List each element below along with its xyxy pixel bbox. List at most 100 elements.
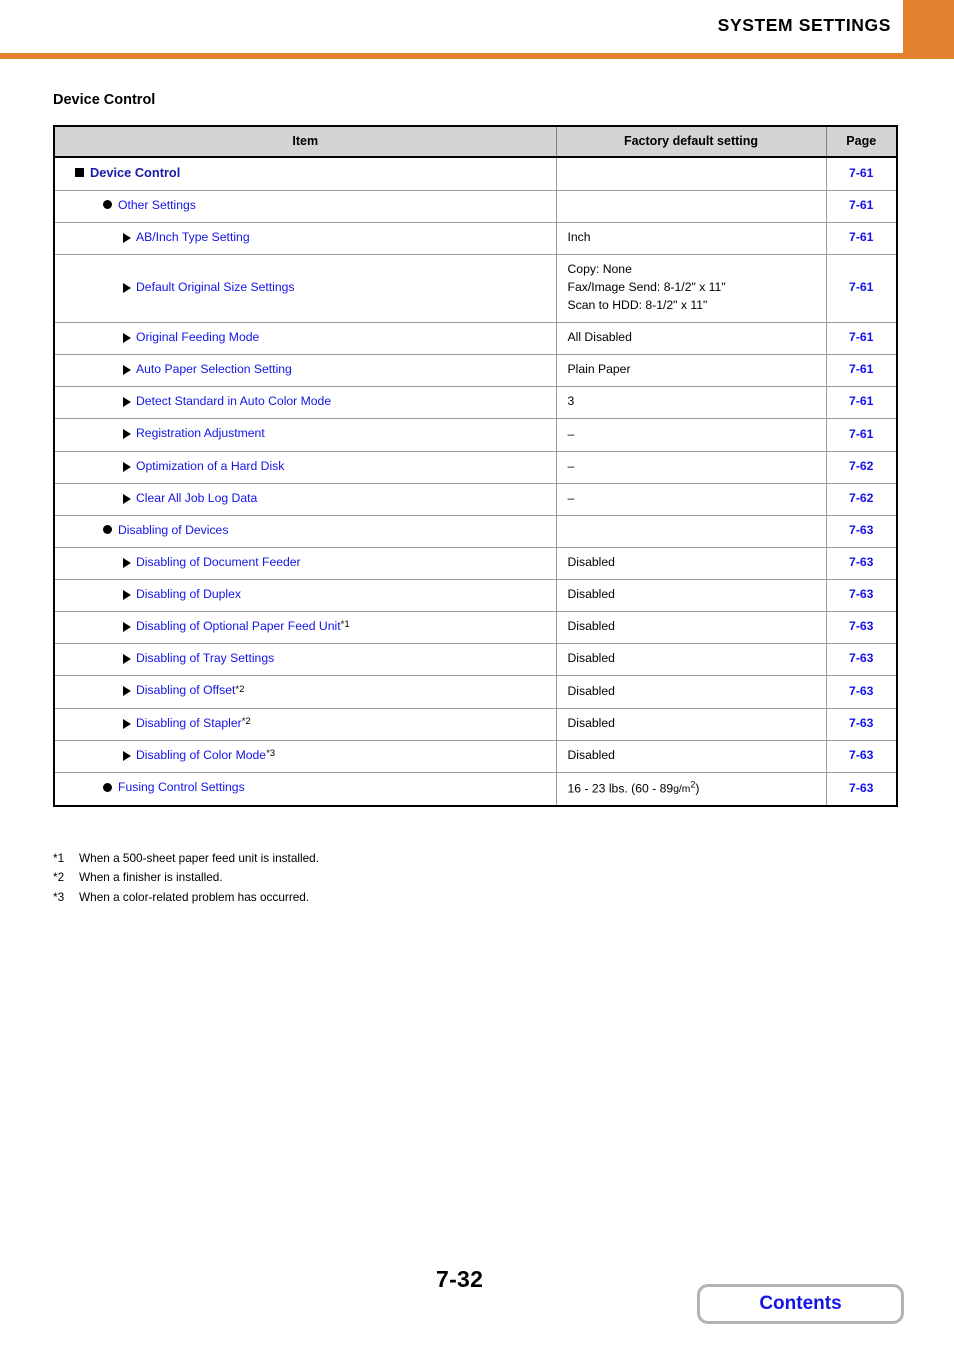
table-cell-page-link[interactable]: 7-61 — [825, 156, 898, 192]
triangle-bullet-icon — [123, 622, 131, 633]
triangle-bullet-icon — [123, 397, 131, 408]
setting-label: Disabling of Offset — [136, 683, 236, 698]
table-cell-value: Disabled — [555, 546, 827, 581]
setting-link[interactable]: Detect Standard in Auto Color Mode — [65, 393, 548, 411]
setting-link[interactable]: Disabling of Duplex — [65, 586, 548, 604]
setting-link[interactable]: Default Original Size Settings — [65, 279, 548, 297]
table-cell-page-link[interactable]: 7-63 — [825, 771, 898, 807]
table-cell-item: Disabling of Color Mode*3 — [53, 739, 557, 773]
setting-link[interactable]: Fusing Control Settings — [65, 779, 548, 797]
table-cell-page-link[interactable]: 7-63 — [825, 739, 898, 773]
setting-link[interactable]: Disabling of Stapler*2 — [65, 715, 548, 733]
table-row: Detect Standard in Auto Color Mode 3 7-61 — [53, 386, 898, 420]
table-cell-item: Disabling of Duplex — [53, 579, 557, 613]
footnote-text: When a 500-sheet paper feed unit is inst… — [79, 851, 320, 865]
setting-label: Auto Paper Selection Setting — [136, 362, 292, 377]
table-cell-page-link[interactable]: 7-63 — [825, 579, 898, 613]
column-header-page: Page — [825, 125, 898, 158]
triangle-bullet-icon — [123, 654, 131, 665]
table-row: Disabling of Tray Settings Disabled 7-63 — [53, 643, 898, 677]
setting-link[interactable]: Disabling of Devices — [65, 522, 548, 540]
table-cell-page-link[interactable]: 7-62 — [825, 482, 898, 516]
setting-link[interactable]: Auto Paper Selection Setting — [65, 361, 548, 379]
table-row: Optimization of a Hard Disk –7-62 — [53, 450, 898, 484]
setting-link[interactable]: Registration Adjustment — [65, 425, 548, 443]
table-cell-page-link[interactable]: 7-61 — [825, 386, 898, 420]
table-cell-value: Plain Paper — [555, 354, 827, 388]
table-cell-page-link[interactable]: 7-61 — [825, 254, 898, 324]
table-cell-page-link[interactable]: 7-63 — [825, 514, 898, 548]
table-cell-page-link[interactable]: 7-63 — [825, 643, 898, 677]
setting-link[interactable]: Device Control — [65, 164, 548, 183]
triangle-bullet-icon — [123, 461, 131, 472]
triangle-bullet-icon — [123, 493, 131, 504]
table-row: Disabling of Devices 7-63 — [53, 514, 898, 548]
table-cell-value: – — [555, 418, 827, 452]
table-cell-page-link[interactable]: 7-63 — [825, 611, 898, 645]
table-cell-page-link[interactable]: 7-62 — [825, 450, 898, 484]
header-accent-block — [903, 0, 954, 53]
table-header: Item Factory default setting Page — [53, 125, 898, 158]
setting-link[interactable]: Clear All Job Log Data — [65, 490, 548, 508]
table-cell-item: Original Feeding Mode — [53, 322, 557, 356]
table-cell-page-link[interactable]: 7-61 — [825, 354, 898, 388]
table-row: Original Feeding Mode All Disabled 7-61 — [53, 322, 898, 356]
footnote-text: When a finisher is installed. — [79, 870, 223, 885]
table-cell-page-link[interactable]: 7-63 — [825, 707, 898, 741]
setting-link[interactable]: Other Settings — [65, 197, 548, 215]
table-cell-page-link[interactable]: 7-63 — [825, 546, 898, 581]
footnote: *3 When a color-related problem has occur… — [53, 888, 653, 907]
table-cell-page-link[interactable]: 7-63 — [825, 675, 898, 709]
table-row: Disabling of Optional Paper Feed Unit*1 D… — [53, 611, 898, 645]
page-content: Device Control Item Factory default sett… — [0, 59, 954, 904]
setting-link[interactable]: AB/Inch Type Setting — [65, 229, 548, 247]
table-row: Registration Adjustment –7-61 — [53, 418, 898, 452]
table-cell-item: Disabling of Document Feeder — [53, 546, 557, 581]
table-cell-item: Disabling of Optional Paper Feed Unit*1 — [53, 611, 557, 645]
table-row: Disabling of Offset*2 Disabled 7-63 — [53, 675, 898, 709]
setting-link[interactable]: Disabling of Color Mode*3 — [65, 747, 548, 765]
setting-label: Disabling of Optional Paper Feed Unit — [136, 619, 341, 634]
setting-link[interactable]: Disabling of Offset*2 — [65, 682, 548, 700]
square-bullet-icon — [75, 168, 84, 178]
table-cell-value: – — [555, 450, 827, 484]
table-row: Other Settings 7-61 — [53, 190, 898, 224]
triangle-bullet-icon — [123, 718, 131, 729]
value-line: Copy: None — [567, 262, 632, 277]
setting-link[interactable]: Disabling of Tray Settings — [65, 650, 548, 668]
page-header-title: SYSTEM SETTINGS — [717, 15, 891, 35]
triangle-bullet-icon — [123, 333, 131, 344]
triangle-bullet-icon — [123, 686, 131, 697]
triangle-bullet-icon — [123, 750, 131, 761]
setting-label: Registration Adjustment — [136, 426, 265, 441]
setting-link[interactable]: Original Feeding Mode — [65, 329, 548, 347]
setting-link[interactable]: Disabling of Optional Paper Feed Unit*1 — [65, 618, 548, 636]
table-cell-page-link[interactable]: 7-61 — [825, 222, 898, 256]
table-cell-page-link[interactable]: 7-61 — [825, 190, 898, 224]
triangle-bullet-icon — [123, 365, 131, 376]
triangle-bullet-icon — [123, 233, 131, 244]
table-cell-value: – — [555, 482, 827, 516]
table-row: Clear All Job Log Data –7-62 — [53, 482, 898, 516]
table-cell-item: Default Original Size Settings — [53, 254, 557, 324]
table-cell-value: Inch — [555, 222, 827, 256]
setting-label: Fusing Control Settings — [118, 780, 245, 795]
footnote-reference: *2 — [241, 715, 251, 727]
setting-link[interactable]: Disabling of Document Feeder — [65, 554, 548, 572]
table-cell-page-link[interactable]: 7-61 — [825, 418, 898, 452]
value-line: Scan to HDD: 8-1/2" x 11" — [567, 298, 708, 313]
table-row: Device Control 7-61 — [53, 156, 898, 192]
contents-button[interactable]: Contents — [697, 1284, 904, 1324]
table-cell-item: Device Control — [53, 156, 557, 192]
table-cell-item: Other Settings — [53, 190, 557, 224]
column-header-value: Factory default setting — [555, 125, 827, 158]
table-cell-item: Disabling of Offset*2 — [53, 675, 557, 709]
footnote-reference: *3 — [266, 747, 276, 759]
triangle-bullet-icon — [123, 557, 131, 568]
table-row: AB/Inch Type Setting Inch 7-61 — [53, 222, 898, 256]
setting-label: Disabling of Color Mode — [136, 747, 267, 762]
table-body: Device Control 7-61 Other Settings 7-61 AB/I… — [53, 156, 898, 807]
table-cell-page-link[interactable]: 7-61 — [825, 322, 898, 356]
setting-link[interactable]: Optimization of a Hard Disk — [65, 458, 548, 476]
table-cell-item: Registration Adjustment — [53, 418, 557, 452]
